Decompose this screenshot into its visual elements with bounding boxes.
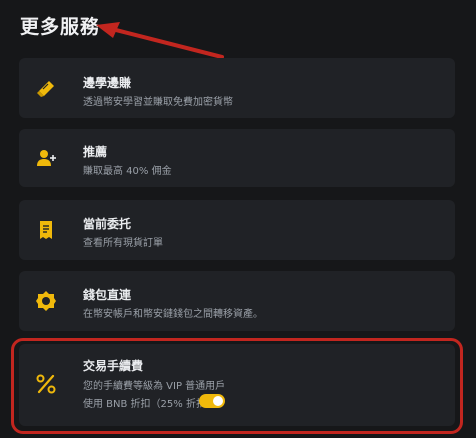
- card-subtitle: 在幣安帳戶和幣安鏈錢包之間轉移資產。: [83, 309, 263, 320]
- card-title: 當前委托: [83, 217, 132, 231]
- learn-and-earn-card[interactable]: 邊學邊賺 透過幣安學習並賺取免費加密貨幣: [19, 58, 455, 118]
- card-subtitle: 透過幣安學習並賺取免費加密貨幣: [83, 97, 233, 108]
- card-title: 邊學邊賺: [83, 76, 132, 90]
- graduation-book-icon: [37, 81, 54, 97]
- card-title: 推薦: [83, 145, 108, 159]
- wallet-direct-card[interactable]: 錢包直連 在幣安帳戶和幣安鏈錢包之間轉移資產。: [19, 271, 455, 331]
- add-user-icon: [37, 150, 56, 166]
- highlight-box: [11, 338, 463, 434]
- open-orders-card[interactable]: 當前委托 查看所有現貨訂單: [19, 200, 455, 260]
- card-subtitle: 賺取最高 40% 佣金: [83, 166, 172, 177]
- card-subtitle: 查看所有現貨訂單: [83, 238, 163, 249]
- page-title: 更多服務: [20, 16, 101, 38]
- gear-icon: [36, 291, 56, 311]
- referral-card[interactable]: 推薦 賺取最高 40% 佣金: [19, 129, 455, 187]
- receipt-icon: [40, 221, 52, 239]
- card-title: 錢包直連: [83, 288, 132, 302]
